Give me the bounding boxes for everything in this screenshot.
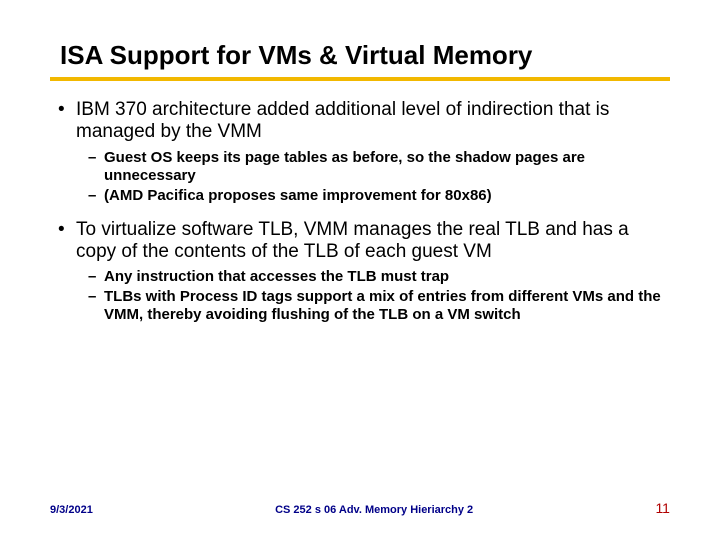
slide: ISA Support for VMs & Virtual Memory • I… [0,0,720,540]
title-underline [50,77,670,81]
sub-bullet-text: Any instruction that accesses the TLB mu… [104,268,449,286]
dash-icon: – [88,187,104,205]
bullet-item: • To virtualize software TLB, VMM manage… [58,219,670,263]
sub-bullet-text: TLBs with Process ID tags support a mix … [104,288,670,324]
dash-icon: – [88,268,104,286]
sub-bullet-item: – Any instruction that accesses the TLB … [88,268,670,286]
bullet-item: • IBM 370 architecture added additional … [58,99,670,143]
sub-bullet-group: – Any instruction that accesses the TLB … [88,268,670,324]
footer-course: CS 252 s 06 Adv. Memory Hieriarchy 2 [275,504,473,516]
slide-content: • IBM 370 architecture added additional … [50,99,670,324]
sub-bullet-text: (AMD Pacifica proposes same improvement … [104,187,492,205]
slide-title: ISA Support for VMs & Virtual Memory [50,40,670,77]
bullet-text: IBM 370 architecture added additional le… [76,99,670,143]
bullet-dot-icon: • [58,219,76,263]
dash-icon: – [88,288,104,324]
sub-bullet-item: – TLBs with Process ID tags support a mi… [88,288,670,324]
footer-page-number: 11 [655,500,670,516]
bullet-text: To virtualize software TLB, VMM manages … [76,219,670,263]
sub-bullet-item: – (AMD Pacifica proposes same improvemen… [88,187,670,205]
footer-date: 9/3/2021 [50,504,93,516]
bullet-dot-icon: • [58,99,76,143]
sub-bullet-text: Guest OS keeps its page tables as before… [104,149,670,185]
sub-bullet-item: – Guest OS keeps its page tables as befo… [88,149,670,185]
dash-icon: – [88,149,104,185]
slide-footer: 9/3/2021 CS 252 s 06 Adv. Memory Hieriar… [0,500,720,516]
sub-bullet-group: – Guest OS keeps its page tables as befo… [88,149,670,205]
